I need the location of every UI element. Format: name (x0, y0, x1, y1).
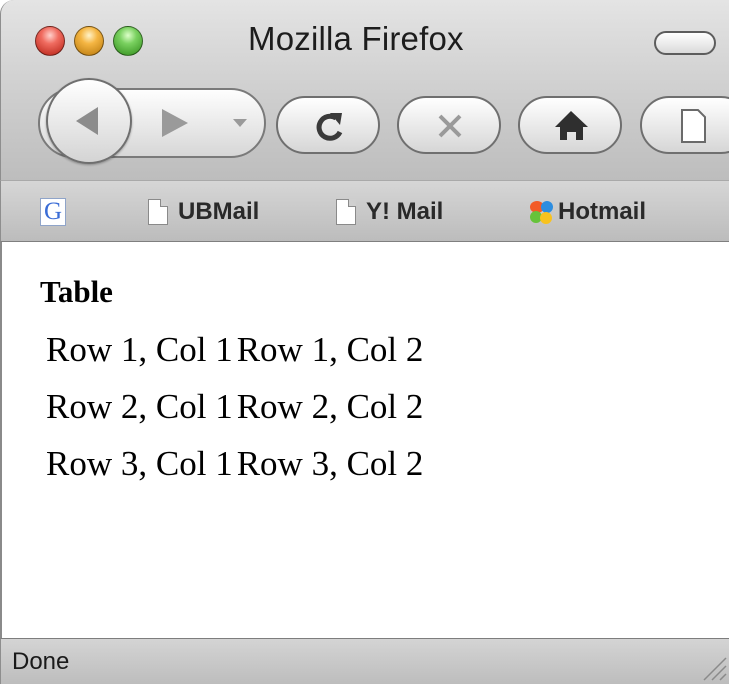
forward-arrow-icon (162, 109, 188, 137)
data-table: Row 1, Col 1 Row 1, Col 2 Row 2, Col 1 R… (46, 330, 427, 501)
bookmark-ubmail[interactable]: UBMail (148, 195, 259, 229)
bookmark-label: Y! Mail (366, 198, 444, 225)
reload-icon (316, 113, 343, 141)
reload-button[interactable] (276, 96, 380, 154)
status-text: Done (12, 648, 70, 675)
document-icon (148, 199, 168, 225)
home-icon (555, 111, 588, 140)
page-button[interactable] (640, 96, 729, 154)
table-row: Row 3, Col 1 Row 3, Col 2 (46, 444, 427, 501)
bookmark-label: UBMail (178, 198, 260, 225)
bookmark-label: Hotmail (558, 198, 647, 225)
table-cell: Row 3, Col 2 (236, 444, 424, 483)
resize-grip-icon[interactable] (700, 652, 728, 682)
page-heading: Table (40, 274, 113, 309)
table-row: Row 2, Col 1 Row 2, Col 2 (46, 387, 427, 444)
window-title: Mozilla Firefox (248, 20, 464, 57)
back-button[interactable] (46, 78, 132, 164)
google-bookmark-icon[interactable]: G (40, 198, 66, 226)
back-arrow-icon (76, 107, 98, 135)
table-cell: Row 1, Col 2 (236, 330, 424, 369)
zoom-window-button[interactable] (113, 26, 143, 56)
close-window-button[interactable] (35, 26, 65, 56)
table-cell: Row 3, Col 1 (46, 444, 233, 483)
stop-button[interactable] (397, 96, 501, 154)
status-bar (0, 638, 729, 684)
table-row: Row 1, Col 1 Row 1, Col 2 (46, 330, 427, 387)
document-icon (336, 199, 356, 225)
table-cell: Row 1, Col 1 (46, 330, 233, 369)
history-dropdown-button[interactable] (225, 96, 259, 150)
forward-button[interactable] (140, 96, 210, 150)
document-icon (681, 109, 706, 143)
bookmark-ymail[interactable]: Y! Mail (336, 195, 443, 229)
close-icon (438, 114, 462, 138)
msn-butterfly-icon (530, 201, 553, 224)
bookmark-hotmail[interactable]: Hotmail (528, 195, 646, 229)
home-button[interactable] (518, 96, 622, 154)
browser-window: Mozilla Firefox G UBMail Y! Mail Hotmail… (0, 0, 729, 684)
chevron-down-icon (233, 119, 247, 127)
table-cell: Row 2, Col 2 (236, 387, 424, 426)
toolbar-toggle-button[interactable] (654, 31, 716, 55)
table-cell: Row 2, Col 1 (46, 387, 233, 426)
minimize-window-button[interactable] (74, 26, 104, 56)
